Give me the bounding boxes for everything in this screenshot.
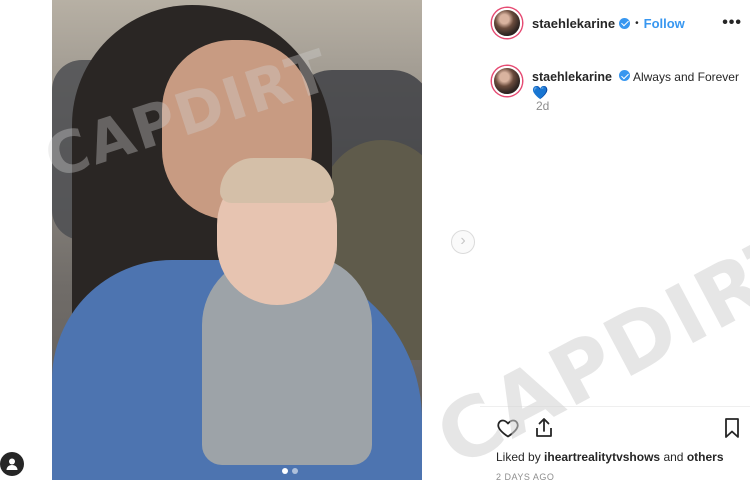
carousel-dots [282, 468, 298, 474]
carousel-dot-active [282, 468, 288, 474]
liked-by-others[interactable]: others [687, 450, 724, 464]
caption-timestamp[interactable]: 2d [536, 99, 549, 113]
follow-button[interactable]: Follow [644, 16, 685, 31]
person-icon [6, 458, 18, 470]
liked-by-prefix: Liked by [496, 450, 541, 464]
action-bar [496, 416, 744, 444]
caption-verified-icon [619, 70, 631, 81]
photo-baby-hair [220, 158, 334, 203]
carousel-dot [292, 468, 298, 474]
caption-avatar[interactable] [492, 66, 522, 96]
caption-text: staehlekarine Always and Forever 💙 [532, 69, 750, 101]
post-side-panel: staehlekarine • Follow ••• staehlekarine… [480, 0, 750, 482]
author-username[interactable]: staehlekarine [532, 16, 615, 31]
author-avatar[interactable] [492, 8, 522, 38]
heart-icon[interactable] [496, 416, 520, 440]
next-arrow-icon[interactable]: › [451, 230, 475, 254]
separator-bullet: • [635, 17, 639, 29]
liked-by-and: and [663, 450, 684, 464]
actions-divider [480, 406, 750, 407]
post-header: staehlekarine • Follow [492, 6, 750, 40]
caption-username[interactable]: staehlekarine [532, 70, 612, 84]
profile-avatar-icon[interactable] [0, 452, 24, 476]
more-options-icon[interactable]: ••• [722, 14, 742, 32]
verified-badge-icon [619, 17, 631, 29]
post-photo[interactable] [52, 0, 422, 480]
left-gutter [0, 0, 52, 480]
bookmark-icon[interactable] [720, 416, 744, 440]
caption-body: Always and Forever [632, 70, 739, 84]
caption-row: staehlekarine Always and Forever 💙 [492, 66, 750, 101]
liked-by-line: Liked by iheartrealitytvshows and others [496, 450, 724, 464]
share-icon[interactable] [532, 416, 556, 440]
liked-by-user[interactable]: iheartrealitytvshows [544, 450, 660, 464]
post-date: 2 DAYS AGO [496, 472, 555, 482]
blue-heart-emoji: 💙 [532, 85, 549, 100]
